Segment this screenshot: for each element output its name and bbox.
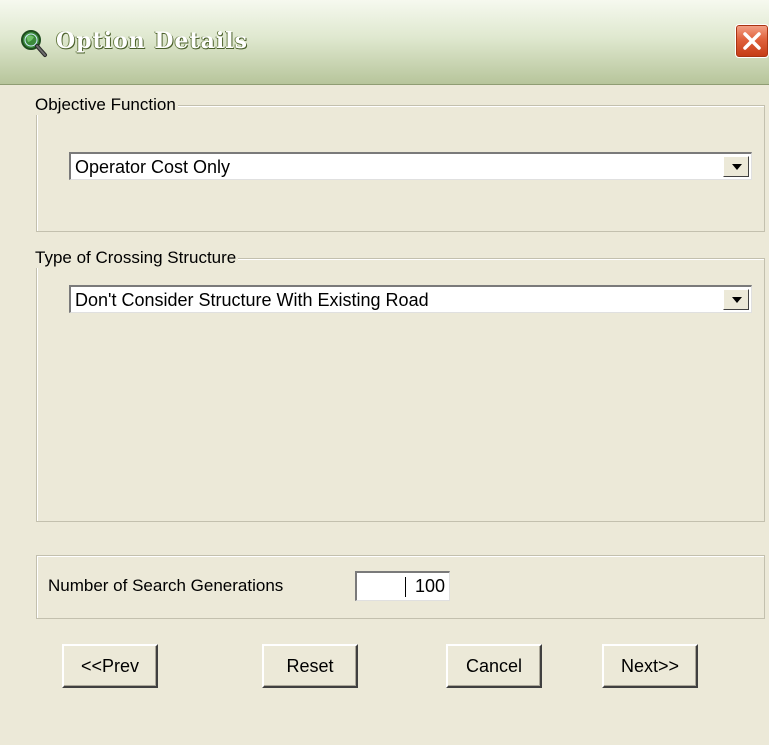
search-globe-icon <box>21 30 47 57</box>
chevron-down-icon <box>732 164 742 170</box>
dropdown-button[interactable] <box>723 156 749 177</box>
crossing-structure-value: Don't Consider Structure With Existing R… <box>75 290 429 310</box>
search-generations-field[interactable] <box>355 571 450 601</box>
close-button[interactable] <box>735 24 769 58</box>
crossing-structure-select[interactable]: Don't Consider Structure With Existing R… <box>69 285 752 313</box>
dropdown-button[interactable] <box>723 289 749 310</box>
text-caret <box>405 577 406 597</box>
chevron-down-icon <box>732 297 742 303</box>
option-details-window: Option Details Objective Function Operat… <box>0 0 769 745</box>
objective-function-label: Objective Function <box>33 95 178 115</box>
crossing-structure-label: Type of Crossing Structure <box>33 248 239 268</box>
reset-button[interactable]: Reset <box>262 644 358 688</box>
window-title: Option Details <box>56 28 248 54</box>
close-icon <box>743 32 761 50</box>
next-button[interactable]: Next>> <box>602 644 698 688</box>
title-bar[interactable]: Option Details <box>0 0 769 85</box>
prev-button[interactable]: <<Prev <box>62 644 158 688</box>
cancel-button[interactable]: Cancel <box>446 644 542 688</box>
objective-function-select[interactable]: Operator Cost Only <box>69 152 752 180</box>
objective-function-value: Operator Cost Only <box>75 157 231 177</box>
search-generations-label: Number of Search Generations <box>48 576 284 595</box>
search-generations-input[interactable] <box>357 573 449 600</box>
